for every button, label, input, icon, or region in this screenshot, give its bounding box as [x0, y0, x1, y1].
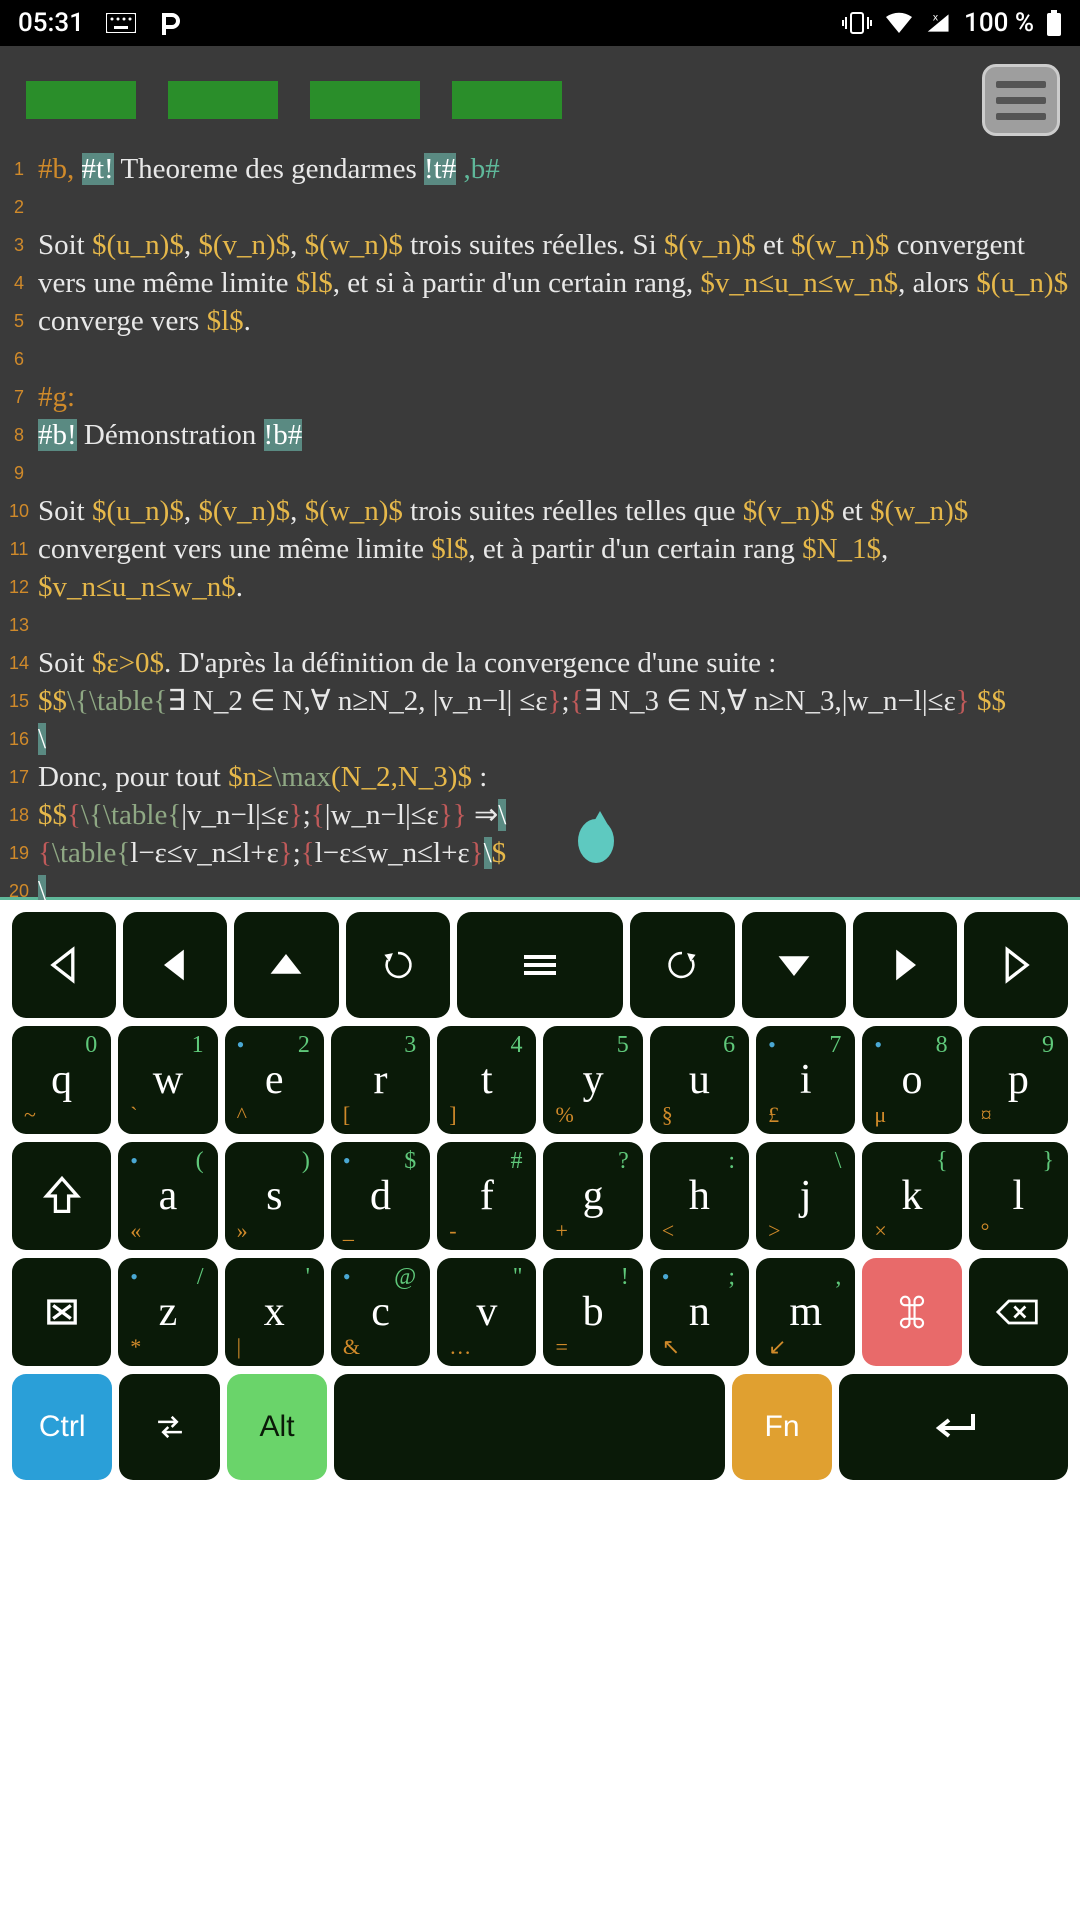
key-s[interactable]: )s»: [225, 1142, 324, 1250]
key-t[interactable]: 4t]: [437, 1026, 536, 1134]
key-row-2: •(a«)s»•$d_#f-?g+:h<\j>{k×}l°: [12, 1142, 1068, 1250]
key-switch[interactable]: [119, 1374, 219, 1480]
key-up[interactable]: [234, 912, 338, 1018]
key-down[interactable]: [742, 912, 846, 1018]
key-k[interactable]: {k×: [862, 1142, 961, 1250]
key-d[interactable]: •$d_: [331, 1142, 430, 1250]
toolbar-button-1[interactable]: [26, 81, 136, 119]
key-redo[interactable]: [630, 912, 734, 1018]
key-f[interactable]: #f-: [437, 1142, 536, 1250]
toolbar: [0, 46, 1080, 150]
signal-icon: x: [926, 11, 952, 35]
toolbar-button-2[interactable]: [168, 81, 278, 119]
key-a[interactable]: •(a«: [118, 1142, 217, 1250]
status-time: 05:31: [18, 8, 84, 38]
editor-text[interactable]: #b, #t! Theoreme des gendarmes !t# ,b# S…: [38, 150, 1080, 901]
key-l[interactable]: }l°: [969, 1142, 1068, 1250]
key-enter[interactable]: [839, 1374, 1068, 1480]
key-undo[interactable]: [346, 912, 450, 1018]
key-b[interactable]: !b=: [543, 1258, 642, 1366]
key-row-1: 0q~1w`•2e^3r[4t]5y%6u§•7i£•8oμ9p¤: [12, 1026, 1068, 1134]
key-p[interactable]: 9p¤: [969, 1026, 1068, 1134]
key-right[interactable]: [853, 912, 957, 1018]
cursor-handle[interactable]: [578, 819, 614, 863]
key-q[interactable]: 0q~: [12, 1026, 111, 1134]
key-menu[interactable]: [457, 912, 624, 1018]
key-j[interactable]: \j>: [756, 1142, 855, 1250]
key-e[interactable]: •2e^: [225, 1026, 324, 1134]
key-z[interactable]: •/z*: [118, 1258, 217, 1366]
line-gutter: 1234567891011121314151617181920: [0, 150, 38, 901]
key-v[interactable]: "v…: [437, 1258, 536, 1366]
key-y[interactable]: 5y%: [543, 1026, 642, 1134]
key-h[interactable]: :h<: [650, 1142, 749, 1250]
app-icon: [158, 10, 184, 36]
vibrate-icon: [842, 10, 872, 36]
key-cut[interactable]: [12, 1258, 111, 1366]
key-row-3: •/z*'x|•@c&"v…!b=•;n↖,m↙: [12, 1258, 1068, 1366]
key-r[interactable]: 3r[: [331, 1026, 430, 1134]
keyboard-icon: [106, 13, 136, 33]
toolbar-button-4[interactable]: [452, 81, 562, 119]
key-fn[interactable]: Fn: [732, 1374, 832, 1480]
key-u[interactable]: 6u§: [650, 1026, 749, 1134]
battery-percent: 100 %: [964, 8, 1034, 38]
key-n[interactable]: •;n↖: [650, 1258, 749, 1366]
key-alt[interactable]: Alt: [227, 1374, 327, 1480]
key-g[interactable]: ?g+: [543, 1142, 642, 1250]
key-backspace[interactable]: [969, 1258, 1068, 1366]
key-o[interactable]: •8oμ: [862, 1026, 961, 1134]
key-c[interactable]: •@c&: [331, 1258, 430, 1366]
key-ctrl[interactable]: Ctrl: [12, 1374, 112, 1480]
svg-text:x: x: [933, 12, 939, 23]
keyboard: 0q~1w`•2e^3r[4t]5y%6u§•7i£•8oμ9p¤ •(a«)s…: [0, 900, 1080, 1920]
menu-button[interactable]: [982, 64, 1060, 136]
key-shift[interactable]: [12, 1142, 111, 1250]
status-bar: 05:31 x 100 %: [0, 0, 1080, 46]
key-end[interactable]: [964, 912, 1068, 1018]
key-space[interactable]: [334, 1374, 725, 1480]
key-home[interactable]: [12, 912, 116, 1018]
key-command[interactable]: [862, 1258, 961, 1366]
key-left[interactable]: [123, 912, 227, 1018]
key-x[interactable]: 'x|: [225, 1258, 324, 1366]
editor-pane: 1234567891011121314151617181920 #b, #t! …: [0, 46, 1080, 900]
battery-icon: [1046, 10, 1062, 36]
key-m[interactable]: ,m↙: [756, 1258, 855, 1366]
key-i[interactable]: •7i£: [756, 1026, 855, 1134]
wifi-icon: [884, 11, 914, 35]
toolbar-button-3[interactable]: [310, 81, 420, 119]
key-w[interactable]: 1w`: [118, 1026, 217, 1134]
